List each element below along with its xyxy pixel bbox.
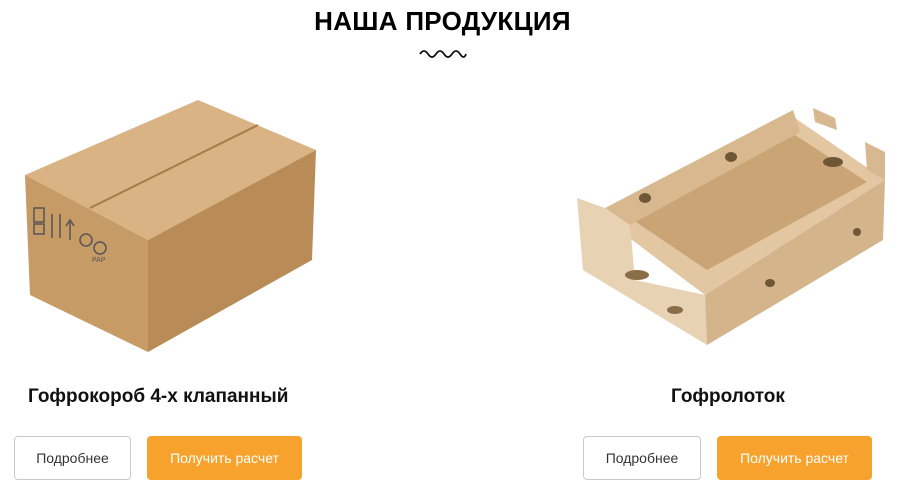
get-quote-button[interactable]: Получить расчет (147, 436, 302, 480)
details-button[interactable]: Подробнее (14, 436, 131, 480)
wave-divider-icon (419, 50, 467, 58)
details-button[interactable]: Подробнее (583, 436, 701, 480)
product-name[interactable]: Гофролоток (671, 386, 785, 408)
cardboard-tray-icon (577, 108, 885, 345)
section-title: НАША ПРОДУКЦИЯ (314, 6, 571, 36)
svg-text:PAP: PAP (92, 257, 106, 264)
product-name[interactable]: Гофрокороб 4-х клапанный (28, 386, 288, 408)
cardboard-box-icon: PAP (25, 100, 316, 352)
product-image-box[interactable]: PAP (20, 90, 320, 355)
get-quote-button[interactable]: Получить расчет (717, 436, 872, 480)
product-image-tray[interactable] (575, 100, 895, 350)
